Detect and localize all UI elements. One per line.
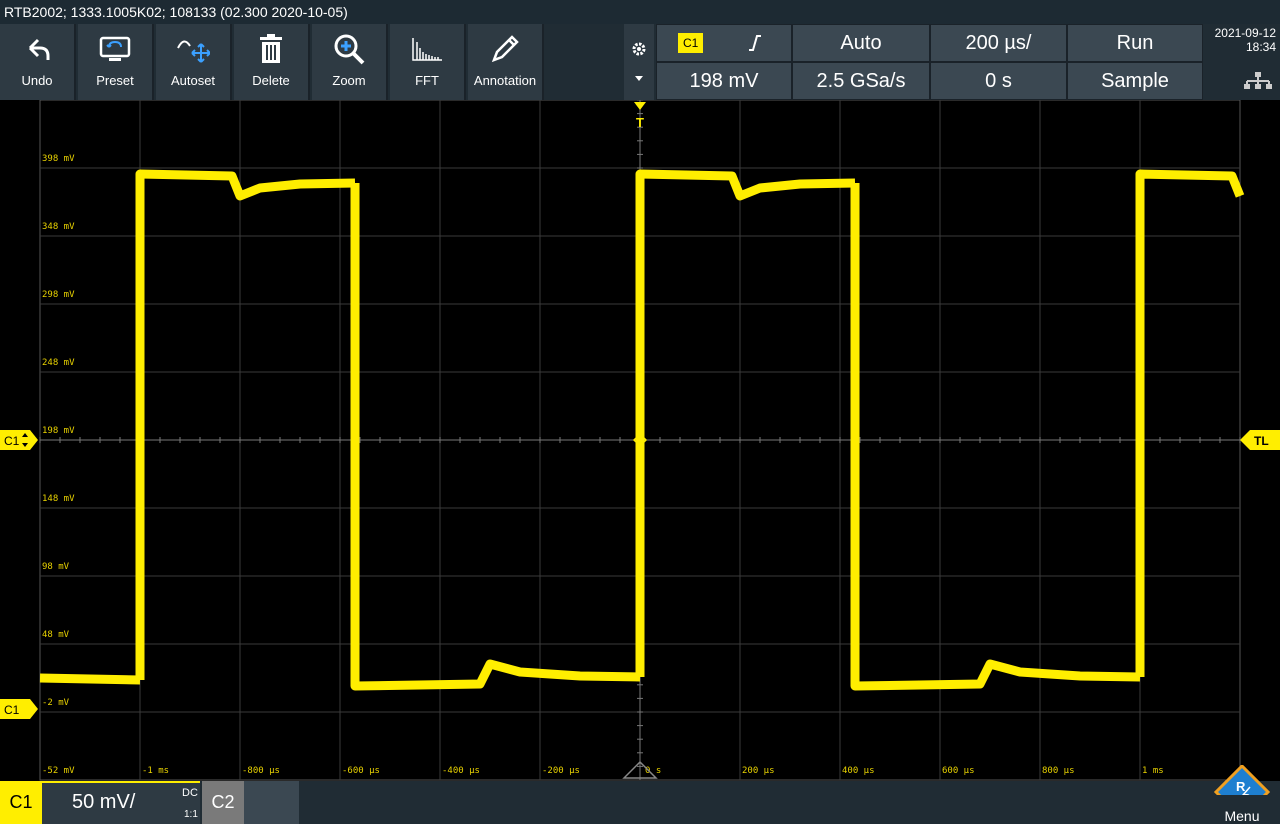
x-label: -800 µs [242,766,280,776]
menu-label: Menu [1224,808,1260,824]
y-label: 48 mV [42,630,70,640]
run-state-value: Run [1116,31,1154,54]
fft-button[interactable]: FFT [390,24,466,100]
preset-button[interactable]: Preset [78,24,154,100]
acq-mode-value: Sample [1101,69,1169,92]
channel1-tab[interactable]: C1 [0,781,42,824]
y-label: -52 mV [42,766,75,776]
run-stop-button[interactable]: Run [1067,24,1203,62]
time-scale-value: 200 µs/ [965,31,1032,54]
settings-gear-button[interactable] [624,24,654,100]
trigger-mode-button[interactable]: Auto [792,24,930,62]
network-icon [1244,72,1272,89]
trigger-level-label: TL [1254,434,1269,448]
trigger-level-value: 198 mV [689,69,759,92]
coupling-value: DC [182,787,198,799]
zoom-label: Zoom [332,73,366,88]
rising-edge-icon [749,35,761,51]
c1-level-label: C1 [4,703,20,717]
zoom-icon [334,34,365,65]
channel2-tab[interactable]: C2 [202,781,244,824]
delete-label: Delete [252,73,290,88]
pencil-icon [491,35,519,63]
y-label: 248 mV [42,358,75,368]
x-label: -400 µs [442,766,480,776]
zoom-button[interactable]: Zoom [312,24,388,100]
trash-icon [260,34,282,63]
x-label: 200 µs [742,766,775,776]
fft-label: FFT [415,73,439,88]
rs-logo-icon: R S [1213,765,1271,795]
trigger-mode-value: Auto [840,31,882,54]
time-scale-button[interactable]: 200 µs/ [930,24,1067,62]
sample-rate-value: 2.5 GSa/s [816,69,906,92]
autoset-label: Autoset [170,73,216,88]
time-text: 18:34 [1245,40,1276,54]
y-label: 298 mV [42,290,75,300]
channel-bar: C1 50 mV/ DC 1:1 C2 R S Menu [0,765,1280,824]
x-label: 400 µs [842,766,875,776]
preset-icon [99,36,131,61]
title-bar: RTB2002; 1333.1005K02; 108133 (02.300 20… [0,0,1280,24]
channel2-label: C2 [211,792,235,812]
undo-label: Undo [21,73,53,88]
vertical-scale-value: 50 mV/ [72,791,136,813]
x-label: 600 µs [942,766,975,776]
probe-ratio-value: 1:1 [184,809,198,820]
network-status [1203,62,1280,100]
sample-rate-display[interactable]: 2.5 GSa/s [792,62,930,100]
trigger-slope-button[interactable] [718,24,792,62]
y-label: 348 mV [42,222,75,232]
waveform-display[interactable]: 398 mV 348 mV 298 mV 248 mV 198 mV 148 m… [0,100,1280,781]
undo-button[interactable]: Undo [0,24,76,100]
c1-offset-label: C1 [4,434,20,448]
preset-label: Preset [96,73,134,88]
y-label: 198 mV [42,426,75,436]
trigger-level-marker[interactable]: TL [1240,430,1280,450]
trigger-level-button[interactable]: 198 mV [656,62,792,100]
date-text: 2021-09-12 [1214,26,1276,40]
annotation-label: Annotation [473,73,537,88]
y-label: 98 mV [42,562,70,572]
undo-icon [28,38,50,60]
annotation-button[interactable]: Annotation [468,24,544,100]
title-text: RTB2002; 1333.1005K02; 108133 (02.300 20… [4,4,348,20]
datetime-display: 2021-09-12 18:34 [1203,24,1280,62]
fft-icon [412,38,442,61]
autoset-button[interactable]: Autoset [156,24,232,100]
y-label: -2 mV [42,698,70,708]
trigger-marker-label: T [636,115,644,130]
delete-button[interactable]: Delete [234,24,310,100]
channel1-scale-button[interactable]: 50 mV/ DC 1:1 [42,781,200,824]
channel2-scale-button[interactable] [244,781,299,824]
c1-offset-marker[interactable]: C1 [0,430,38,450]
x-label: 800 µs [1042,766,1075,776]
x-label: -200 µs [542,766,580,776]
time-offset-button[interactable]: 0 s [930,62,1067,100]
autoset-icon [177,40,210,63]
channel1-label: C1 [9,792,33,812]
menu-button[interactable]: R S Menu [1204,765,1280,824]
x-label: 1 ms [1142,766,1164,776]
x-label: -1 ms [142,766,169,776]
trigger-source-badge: C1 [678,33,704,53]
time-offset-value: 0 s [985,69,1012,92]
gear-icon [632,42,646,56]
acquisition-mode-button[interactable]: Sample [1067,62,1203,100]
c1-level-marker[interactable]: C1 [0,699,38,719]
chevron-down-icon [635,76,643,81]
scope-grid[interactable]: 398 mV 348 mV 298 mV 248 mV 198 mV 148 m… [0,100,1280,781]
y-label: 398 mV [42,154,75,164]
y-label: 148 mV [42,494,75,504]
x-label: -600 µs [342,766,380,776]
